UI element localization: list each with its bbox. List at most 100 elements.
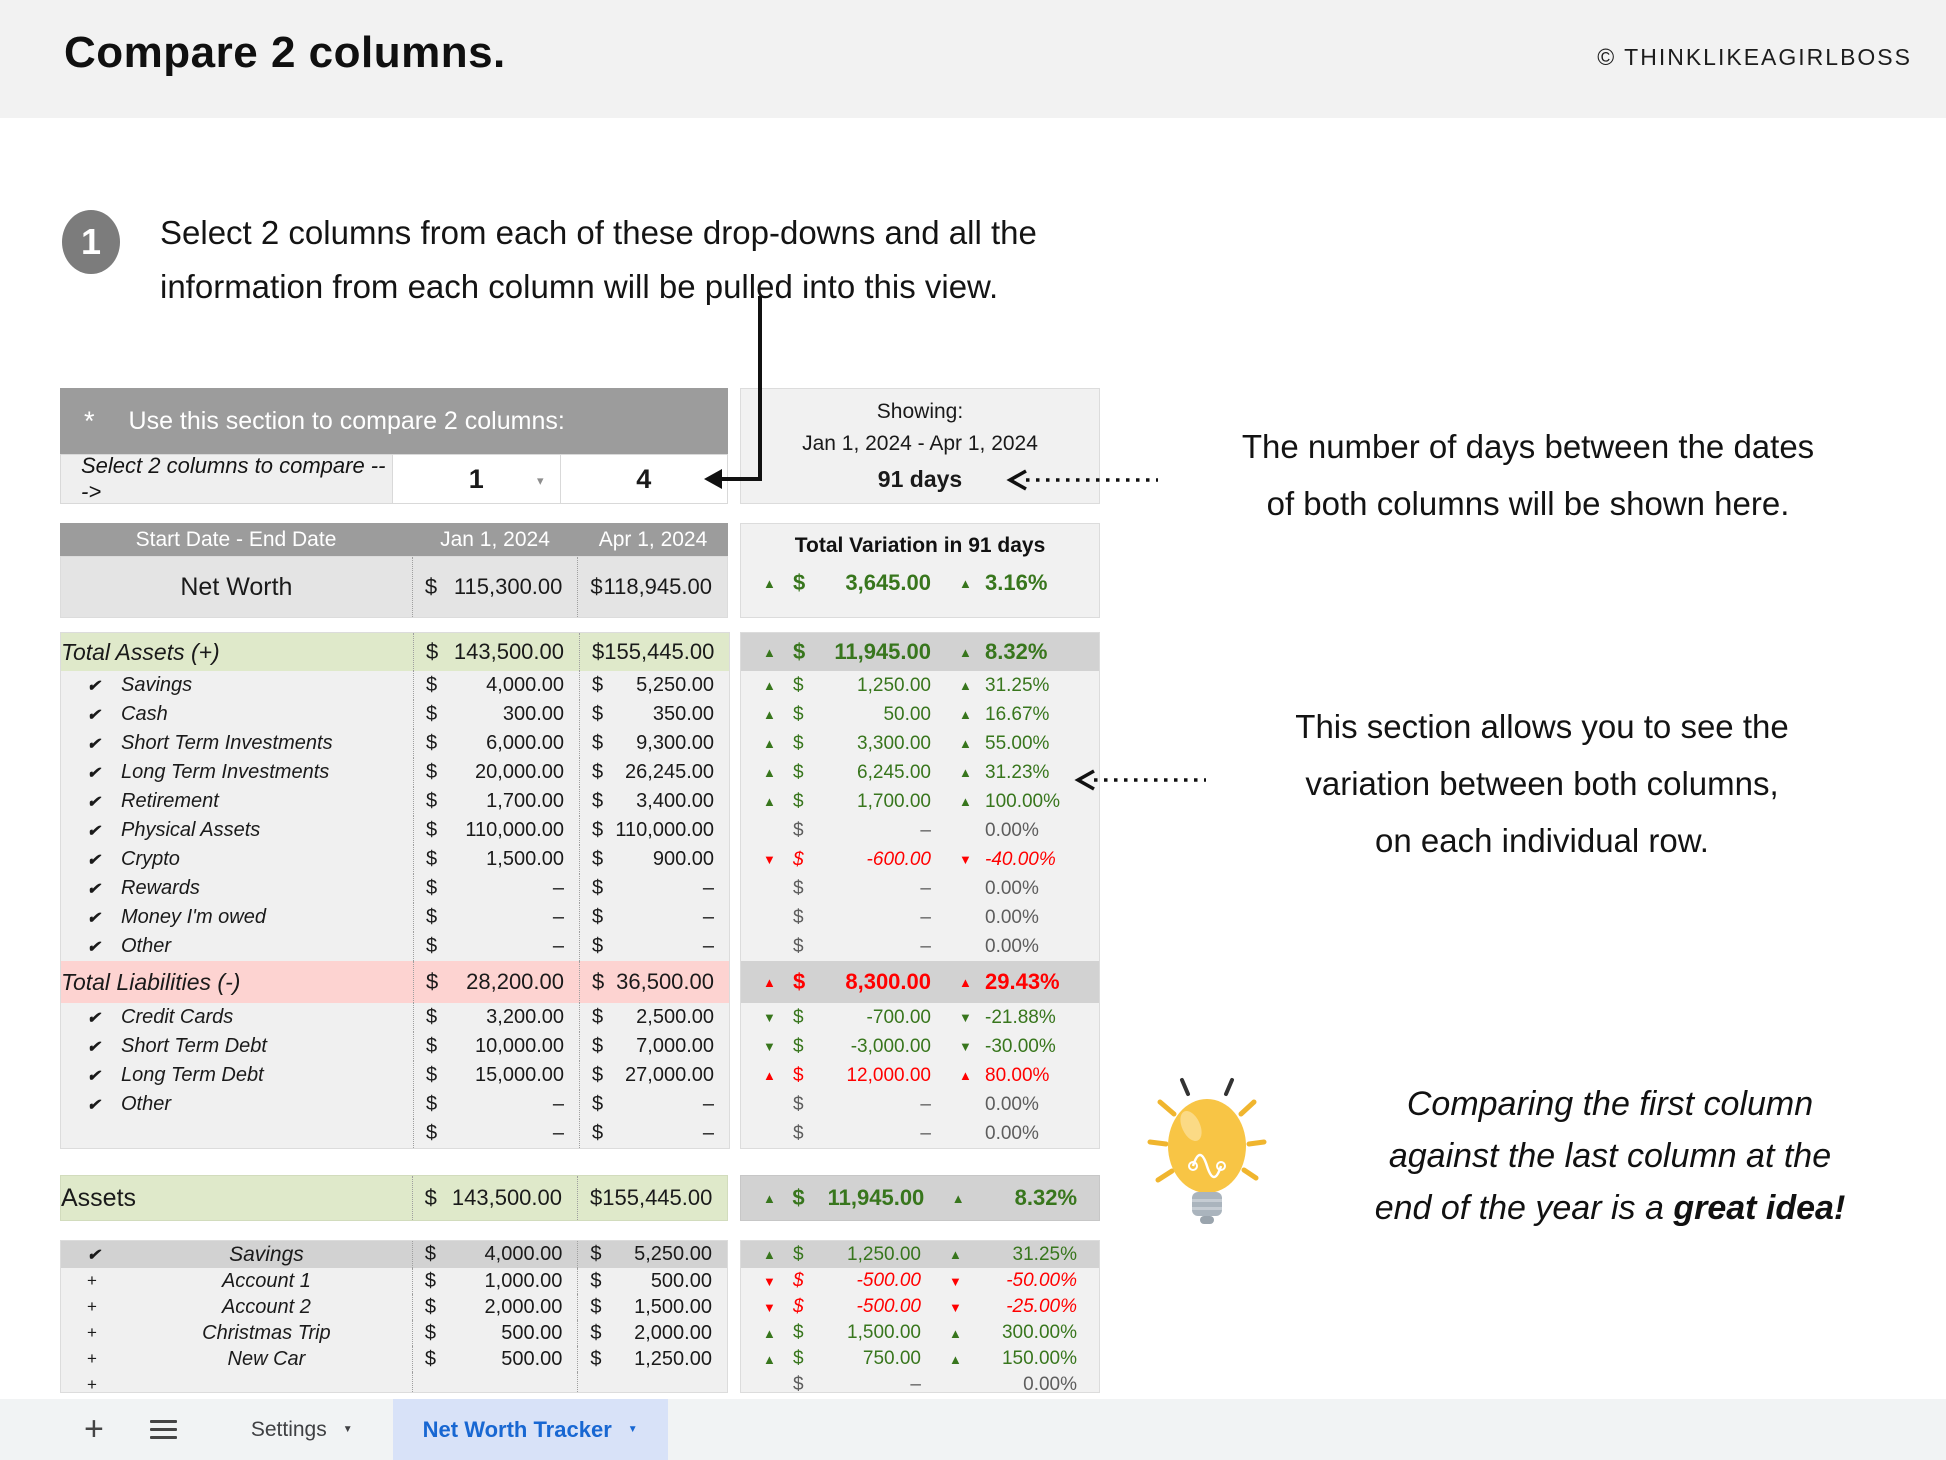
variation-row[interactable]: ▲ $ 1,700.00 ▲ 100.00% xyxy=(741,787,1099,816)
variation-row[interactable]: $ – 0.00% xyxy=(741,903,1099,932)
row-label-cell[interactable]: +Christmas Trip xyxy=(61,1320,412,1346)
total-liabilities-value2-cell[interactable]: $36,500.00 xyxy=(579,961,729,1003)
row-value2-cell[interactable]: $350.00 xyxy=(579,700,729,729)
row-value2-cell[interactable]: $7,000.00 xyxy=(579,1032,729,1061)
row-value1-cell[interactable]: $4,000.00 xyxy=(413,671,579,700)
row-label-cell[interactable]: ✔Short Term Investments xyxy=(61,729,413,758)
row-label-cell[interactable]: ✔Other xyxy=(61,1090,413,1119)
row-value2-cell[interactable]: $27,000.00 xyxy=(579,1061,729,1090)
row-value1-cell[interactable]: $– xyxy=(413,932,579,961)
row-value1-cell[interactable]: $– xyxy=(413,903,579,932)
net-worth-value1-cell[interactable]: $ 115,300.00 xyxy=(412,557,578,617)
row-value2-cell[interactable]: $26,245.00 xyxy=(579,758,729,787)
row-value2-cell[interactable]: $– xyxy=(579,1090,729,1119)
row-value2-cell[interactable]: $– xyxy=(579,1119,729,1148)
row-value1-cell[interactable]: $1,700.00 xyxy=(413,787,579,816)
savings-header-value2-cell[interactable]: $5,250.00 xyxy=(577,1241,727,1268)
savings-header-label-cell[interactable]: ✔Savings xyxy=(61,1241,412,1268)
chevron-down-icon[interactable]: ▼ xyxy=(343,1424,353,1435)
table-row[interactable]: ✔Crypto $1,500.00 $900.00 xyxy=(61,845,729,874)
row-label-cell[interactable] xyxy=(61,1119,413,1148)
row-value1-cell[interactable]: $– xyxy=(413,1090,579,1119)
table-row[interactable]: ✔Money I'm owed $– $– xyxy=(61,903,729,932)
row-label-cell[interactable]: ✔Other xyxy=(61,932,413,961)
net-worth-row[interactable]: Net Worth $ 115,300.00 $ 118,945.00 xyxy=(60,556,728,618)
total-assets-value2-cell[interactable]: $155,445.00 xyxy=(579,633,729,671)
variation-row[interactable]: ▲ $ 12,000.00 ▲ 80.00% xyxy=(741,1061,1099,1090)
row-value1-cell[interactable]: $3,200.00 xyxy=(413,1003,579,1032)
column-select-second[interactable]: 4 xyxy=(560,455,727,503)
assets-summary-row[interactable]: Assets $143,500.00 $155,445.00 xyxy=(60,1175,728,1221)
row-label-cell[interactable]: ✔Long Term Investments xyxy=(61,758,413,787)
variation-row[interactable]: $ – 0.00% xyxy=(741,1090,1099,1119)
row-value1-cell[interactable]: $500.00 xyxy=(412,1346,578,1372)
table-row[interactable]: ✔Long Term Investments $20,000.00 $26,24… xyxy=(61,758,729,787)
row-label-cell[interactable]: ✔Money I'm owed xyxy=(61,903,413,932)
variation-row[interactable]: ▲ $ 1,250.00 ▲ 31.25% xyxy=(741,671,1099,700)
variation-row[interactable]: ▼ $ -500.00 ▼ -25.00% xyxy=(741,1294,1099,1320)
row-value2-cell[interactable] xyxy=(577,1372,727,1393)
row-value1-cell[interactable]: $– xyxy=(413,874,579,903)
variation-row[interactable]: ▼ $ -3,000.00 ▼ -30.00% xyxy=(741,1032,1099,1061)
variation-row[interactable]: $ – 0.00% xyxy=(741,816,1099,845)
row-label-cell[interactable]: ✔Physical Assets xyxy=(61,816,413,845)
row-label-cell[interactable]: ✔Short Term Debt xyxy=(61,1032,413,1061)
row-value1-cell[interactable]: $500.00 xyxy=(412,1320,578,1346)
total-assets-value1-cell[interactable]: $143,500.00 xyxy=(413,633,579,671)
row-label-cell[interactable]: + xyxy=(61,1372,412,1393)
variation-row[interactable]: ▲ $ 3,300.00 ▲ 55.00% xyxy=(741,729,1099,758)
table-row[interactable]: +Account 1 $1,000.00 $500.00 xyxy=(61,1268,727,1294)
row-value1-cell[interactable]: $300.00 xyxy=(413,700,579,729)
row-value1-cell[interactable]: $20,000.00 xyxy=(413,758,579,787)
table-row[interactable]: ✔Other $– $– xyxy=(61,1090,729,1119)
row-value2-cell[interactable]: $110,000.00 xyxy=(579,816,729,845)
table-row[interactable]: ✔Physical Assets $110,000.00 $110,000.00 xyxy=(61,816,729,845)
row-label-cell[interactable]: +Account 1 xyxy=(61,1268,412,1294)
all-sheets-icon[interactable] xyxy=(150,1420,177,1439)
assets-summary-value1-cell[interactable]: $143,500.00 xyxy=(412,1176,577,1220)
row-value2-cell[interactable]: $500.00 xyxy=(577,1268,727,1294)
row-label-cell[interactable]: ✔Savings xyxy=(61,671,413,700)
total-assets-row[interactable]: Total Assets (+) $143,500.00 $155,445.00 xyxy=(61,633,729,671)
row-label-cell[interactable]: ✔Crypto xyxy=(61,845,413,874)
row-label-cell[interactable]: ✔Long Term Debt xyxy=(61,1061,413,1090)
row-value2-cell[interactable]: $1,500.00 xyxy=(577,1294,727,1320)
row-value1-cell[interactable] xyxy=(412,1372,578,1393)
assets-summary-value2-cell[interactable]: $155,445.00 xyxy=(577,1176,727,1220)
row-value1-cell[interactable]: $– xyxy=(413,1119,579,1148)
row-value2-cell[interactable]: $900.00 xyxy=(579,845,729,874)
variation-row[interactable]: $ – 0.00% xyxy=(741,932,1099,961)
table-row[interactable]: +Christmas Trip $500.00 $2,000.00 xyxy=(61,1320,727,1346)
row-label-cell[interactable]: ✔Rewards xyxy=(61,874,413,903)
variation-row[interactable]: ▼ $ -700.00 ▼ -21.88% xyxy=(741,1003,1099,1032)
table-row[interactable]: ✔Rewards $– $– xyxy=(61,874,729,903)
table-row[interactable]: $– $– xyxy=(61,1119,729,1148)
row-label-cell[interactable]: +Account 2 xyxy=(61,1294,412,1320)
row-label-cell[interactable]: ✔Cash xyxy=(61,700,413,729)
table-row[interactable]: +New Car $500.00 $1,250.00 xyxy=(61,1346,727,1372)
table-row[interactable]: ✔Other $– $– xyxy=(61,932,729,961)
variation-row[interactable]: ▲ $ 50.00 ▲ 16.67% xyxy=(741,700,1099,729)
savings-header-row[interactable]: ✔Savings $4,000.00 $5,250.00 xyxy=(61,1241,727,1268)
chevron-down-icon[interactable]: ▾ xyxy=(537,473,544,489)
row-label-cell[interactable]: ✔Credit Cards xyxy=(61,1003,413,1032)
table-row[interactable]: ✔Long Term Debt $15,000.00 $27,000.00 xyxy=(61,1061,729,1090)
table-row[interactable]: ✔Short Term Debt $10,000.00 $7,000.00 xyxy=(61,1032,729,1061)
row-value2-cell[interactable]: $– xyxy=(579,932,729,961)
variation-row[interactable]: $ – 0.00% xyxy=(741,874,1099,903)
row-value2-cell[interactable]: $– xyxy=(579,874,729,903)
total-liabilities-value1-cell[interactable]: $28,200.00 xyxy=(413,961,579,1003)
column-select-first[interactable]: 1 ▾ xyxy=(392,455,559,503)
row-value1-cell[interactable]: $110,000.00 xyxy=(413,816,579,845)
table-row[interactable]: ✔Retirement $1,700.00 $3,400.00 xyxy=(61,787,729,816)
row-value2-cell[interactable]: $1,250.00 xyxy=(577,1346,727,1372)
table-row[interactable]: ✔Credit Cards $3,200.00 $2,500.00 xyxy=(61,1003,729,1032)
row-value2-cell[interactable]: $5,250.00 xyxy=(579,671,729,700)
table-row[interactable]: ✔Short Term Investments $6,000.00 $9,300… xyxy=(61,729,729,758)
row-value1-cell[interactable]: $10,000.00 xyxy=(413,1032,579,1061)
table-row[interactable]: + xyxy=(61,1372,727,1393)
chevron-down-icon[interactable]: ▼ xyxy=(628,1424,638,1435)
row-value1-cell[interactable]: $2,000.00 xyxy=(412,1294,578,1320)
row-value2-cell[interactable]: $– xyxy=(579,903,729,932)
row-label-cell[interactable]: ✔Retirement xyxy=(61,787,413,816)
